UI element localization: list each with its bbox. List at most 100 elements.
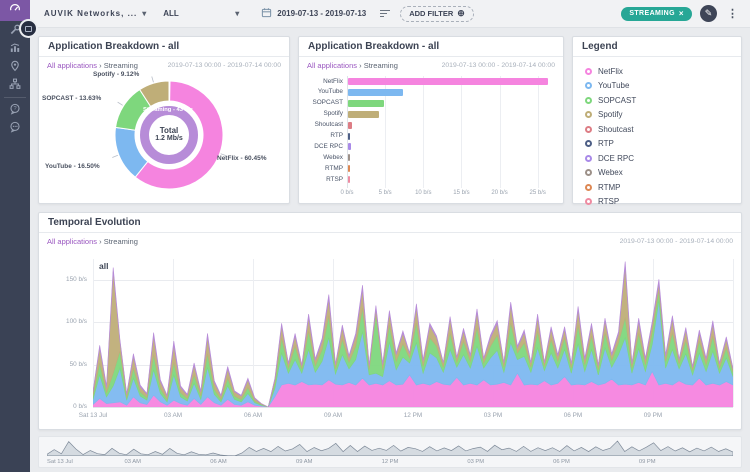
breadcrumb-sep: › — [359, 61, 362, 70]
panel-temporal-evolution: Temporal Evolution All applications › St… — [38, 212, 742, 430]
scope-selector[interactable]: ALL ▾ — [163, 9, 239, 18]
sidebar-item-map[interactable] — [7, 60, 23, 76]
panel-legend: Legend NetFlixYouTubeSOPCASTSpotifyShout… — [572, 36, 742, 204]
breadcrumb-link[interactable]: All applications — [47, 237, 97, 246]
legend-marker-icon — [585, 111, 592, 118]
panel-date-range: 2019-07-13 00:00 - 2019-07-14 00:00 — [168, 62, 281, 69]
bar-shoutcast[interactable] — [348, 122, 352, 129]
total-value: 1.2 Mb/s — [139, 135, 199, 142]
bar-rtsp[interactable] — [348, 176, 350, 183]
overview-x-tick: 03 AM — [113, 459, 153, 465]
breadcrumb-sep: › — [99, 61, 102, 70]
sidebar-item-help[interactable]: ? — [7, 103, 23, 119]
edit-button[interactable]: ✎ — [700, 5, 717, 22]
chevron-down-icon: ▾ — [142, 9, 147, 18]
overview-x-tick: 06 PM — [542, 459, 582, 465]
donut-chart[interactable]: NetFlix - 60.45%YouTube - 16.50%SOPCAST … — [39, 71, 289, 203]
filter-lines-icon[interactable] — [380, 10, 390, 17]
bar-chart[interactable]: 0 b/s5 b/s10 b/s15 b/s20 b/s25 b/sNetFli… — [299, 71, 563, 203]
sidebar-item-dashboard[interactable] — [0, 0, 30, 21]
legend-item-spotify[interactable]: Spotify — [573, 108, 741, 123]
sidebar-collapse-button[interactable] — [21, 21, 36, 36]
breadcrumb: All applications › Streaming — [47, 61, 138, 70]
bar-netflix[interactable] — [348, 78, 548, 85]
y-axis-tick: 50 b/s — [43, 361, 87, 368]
y-axis-tick: 150 b/s — [43, 276, 87, 283]
callout-line — [112, 155, 118, 157]
bar-spotify[interactable] — [348, 111, 379, 118]
legend-item-youtube[interactable]: YouTube — [573, 79, 741, 94]
y-axis-tick: 100 b/s — [43, 318, 87, 325]
sidebar-item-reports[interactable] — [7, 42, 23, 58]
legend-item-rtsp[interactable]: RTSP — [573, 195, 741, 210]
legend-marker-icon — [585, 198, 592, 205]
bar-dce-rpc[interactable] — [348, 143, 351, 150]
legend-list: NetFlixYouTubeSOPCAST Spotify ShoutcastRTP… — [573, 57, 741, 203]
donut-center-total: Total1.2 Mb/s — [139, 126, 199, 142]
overview-brush-chart[interactable]: Sat 13 Jul03 AM06 AM09 AM12 PM03 PM06 PM… — [38, 436, 742, 468]
more-menu-button[interactable]: ⋮ — [725, 7, 740, 20]
legend-item-shoutcast[interactable]: Shoutcast — [573, 122, 741, 137]
legend-item-sopcast[interactable]: SOPCAST — [573, 93, 741, 108]
legend-item-rtmp[interactable]: RTMP — [573, 180, 741, 195]
streaming-filter-chip[interactable]: STREAMING × — [621, 7, 692, 21]
y-axis-tick: 0 b/s — [43, 403, 87, 410]
x-axis-tick: 0 b/s — [333, 190, 361, 196]
chip-close-icon[interactable]: × — [679, 9, 684, 18]
bar-webex[interactable] — [348, 154, 350, 161]
x-axis-tick: 03 PM — [469, 412, 517, 419]
add-filter-label: ADD FILTER — [409, 9, 453, 18]
donut-callout-netflix: NetFlix - 60.45% — [217, 155, 267, 162]
bar-youtube[interactable] — [348, 89, 403, 96]
legend-item-webex[interactable]: Webex — [573, 166, 741, 181]
bar-sopcast[interactable] — [348, 100, 384, 107]
legend-label: Spotify — [598, 110, 622, 119]
temporal-area-chart[interactable]: 0 b/s50 b/s100 b/s150 b/sSat 13 Jul03 AM… — [39, 247, 741, 429]
legend-marker-icon — [585, 97, 592, 104]
date-range-picker[interactable]: 2019-07-13 - 2019-07-13 — [261, 7, 366, 20]
bar-rtmp[interactable] — [348, 165, 350, 172]
panel-title: Application Breakdown - all — [299, 37, 563, 57]
panel-title: Temporal Evolution — [39, 213, 741, 233]
map-pin-icon — [8, 59, 22, 78]
chip-label: STREAMING — [629, 10, 675, 17]
breadcrumb-current: Streaming — [104, 237, 138, 246]
h-gridline — [93, 407, 733, 408]
legend-item-rtp[interactable]: RTP — [573, 137, 741, 152]
legend-item-dce-rpc[interactable]: DCE RPC — [573, 151, 741, 166]
add-filter-button[interactable]: ADD FILTER ⊕ — [400, 6, 474, 22]
x-axis-tick: 09 PM — [629, 412, 677, 419]
legend-marker-icon — [585, 155, 592, 162]
legend-item-netflix[interactable]: NetFlix — [573, 64, 741, 79]
org-selector[interactable]: AUVIK Networks, ... ▾ — [44, 9, 147, 18]
legend-label: Webex — [598, 168, 623, 177]
sidebar-item-network[interactable] — [7, 78, 23, 94]
gauge-icon — [8, 1, 22, 20]
gridline — [538, 76, 539, 188]
bar-label-rtmp: RTMP — [299, 165, 343, 172]
breadcrumb-link[interactable]: All applications — [47, 61, 97, 70]
x-axis-tick: 25 b/s — [524, 190, 552, 196]
overview-x-tick: 09 PM — [627, 459, 667, 465]
panel-title: Application Breakdown - all — [39, 37, 289, 57]
sidebar-divider — [4, 97, 26, 98]
panel-date-range: 2019-07-13 00:00 - 2019-07-14 00:00 — [620, 238, 733, 245]
svg-text:?: ? — [13, 106, 16, 112]
overview-x-tick: 12 PM — [370, 459, 410, 465]
donut-callout-sopcast: SOPCAST - 13.63% — [42, 95, 101, 102]
scope-selector-label: ALL — [163, 9, 179, 18]
sidebar-item-feedback[interactable] — [7, 121, 23, 137]
overview-area[interactable] — [47, 440, 733, 456]
bar-label-netflix: NetFlix — [299, 78, 343, 85]
bar-rtp[interactable] — [348, 133, 350, 140]
overview-x-tick: 09 AM — [284, 459, 324, 465]
org-selector-label: AUVIK Networks, ... — [44, 9, 137, 18]
overview-x-tick: Sat 13 Jul — [47, 459, 87, 465]
overview-x-tick: 03 PM — [456, 459, 496, 465]
stacked-area-svg[interactable] — [93, 259, 733, 407]
breadcrumb-link[interactable]: All applications — [307, 61, 357, 70]
legend-label: RTSP — [598, 197, 619, 206]
v-gridline — [733, 259, 734, 407]
overview-svg[interactable] — [47, 440, 733, 456]
date-range-label: 2019-07-13 - 2019-07-13 — [277, 9, 366, 18]
